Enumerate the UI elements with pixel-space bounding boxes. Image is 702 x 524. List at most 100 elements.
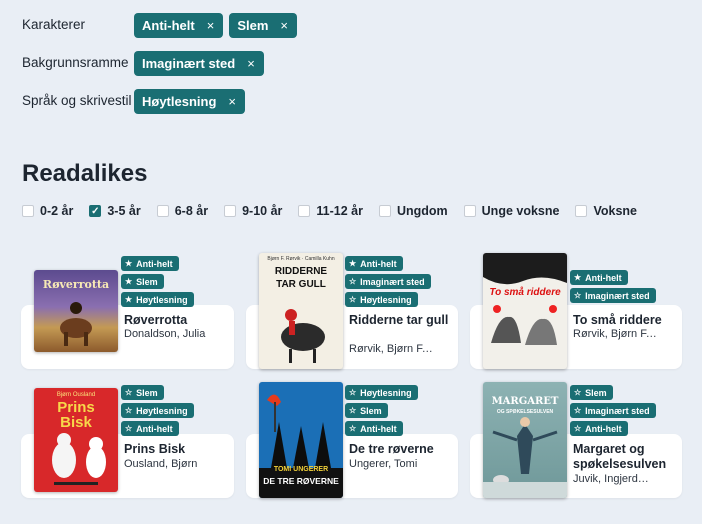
tag: ☆ Høytlesning bbox=[345, 385, 418, 400]
tag-label: Høytlesning bbox=[136, 294, 188, 305]
tag: ★ Anti-helt bbox=[345, 256, 403, 271]
checkbox-checked[interactable]: ✓ bbox=[89, 205, 102, 217]
book-tags: ★ Anti-helt ☆ Imaginært sted ☆ Høytlesning bbox=[345, 256, 431, 307]
star-outline-icon: ☆ bbox=[349, 388, 357, 397]
book-title[interactable]: Røverrotta bbox=[124, 313, 229, 328]
book-author: Ousland, Bjørn bbox=[124, 458, 198, 470]
tag: ★ Anti-helt bbox=[570, 270, 628, 285]
chip-imaginaert-sted: Imaginært sted × bbox=[134, 51, 264, 76]
age-label: 9-10 år bbox=[242, 204, 283, 218]
cover-illustration bbox=[483, 253, 567, 345]
chip-slem: Slem × bbox=[229, 13, 297, 38]
checkbox[interactable] bbox=[224, 205, 237, 217]
chip-label: Slem bbox=[237, 18, 269, 33]
age-label: 11-12 år bbox=[316, 204, 363, 218]
book-tags: ★ Anti-helt ★ Slem ★ Høytlesning bbox=[121, 256, 194, 307]
tag: ★ Anti-helt bbox=[121, 256, 179, 271]
cover-illustration bbox=[60, 302, 92, 346]
tag: ☆ Slem bbox=[570, 385, 613, 400]
book-title[interactable]: Prins Bisk bbox=[124, 442, 229, 457]
age-option-6-8[interactable]: 6-8 år bbox=[156, 204, 208, 218]
tag: ☆ Høytlesning bbox=[121, 403, 194, 418]
close-icon[interactable]: × bbox=[228, 94, 236, 109]
cover-title: DE TRE RØVERNE bbox=[263, 476, 339, 486]
tag: ☆ Slem bbox=[121, 385, 164, 400]
tag: ★ Slem bbox=[121, 274, 164, 289]
star-outline-icon: ☆ bbox=[349, 277, 357, 286]
star-outline-icon: ☆ bbox=[349, 295, 357, 304]
close-icon[interactable]: × bbox=[207, 18, 215, 33]
tag: ☆ Slem bbox=[345, 403, 388, 418]
book-cover[interactable]: Bjørn F. Rørvik · Camilla Kuhn RIDDERNE … bbox=[259, 253, 343, 369]
book-author: Juvik, Ingjerd… bbox=[573, 473, 649, 485]
tag-label: Anti-helt bbox=[585, 272, 622, 283]
book-title[interactable]: Margaret og spøkelsesulven bbox=[573, 442, 678, 472]
close-icon[interactable]: × bbox=[280, 18, 288, 33]
tag-label: Anti-helt bbox=[136, 423, 173, 434]
age-option-ungdom[interactable]: Ungdom bbox=[378, 204, 448, 218]
star-outline-icon: ☆ bbox=[125, 406, 133, 415]
star-icon: ★ bbox=[125, 259, 133, 268]
tag-label: Anti-helt bbox=[585, 423, 622, 434]
chip-group-bakgrunnsramme: Imaginært sted × bbox=[134, 51, 264, 76]
tag: ☆ Høytlesning bbox=[345, 292, 418, 307]
star-icon: ★ bbox=[125, 295, 133, 304]
age-label: Ungdom bbox=[396, 204, 448, 218]
age-filter: 0-2 år ✓ 3-5 år 6-8 år 9-10 år 11-12 år U… bbox=[22, 204, 653, 218]
tag-label: Anti-helt bbox=[136, 258, 173, 269]
tag-label: Anti-helt bbox=[360, 258, 397, 269]
checkbox[interactable] bbox=[463, 205, 476, 217]
book-cover[interactable]: Bjørn Ousland Prins Bisk bbox=[34, 388, 118, 492]
checkbox[interactable] bbox=[156, 205, 169, 217]
tag-label: Slem bbox=[585, 387, 607, 398]
tag-label: Høytlesning bbox=[136, 405, 188, 416]
tag: ★ Høytlesning bbox=[121, 292, 194, 307]
checkbox[interactable] bbox=[575, 205, 588, 217]
star-outline-icon: ☆ bbox=[574, 291, 582, 300]
book-author: Donaldson, Julia bbox=[124, 328, 206, 340]
checkbox[interactable] bbox=[298, 205, 311, 217]
close-icon[interactable]: × bbox=[247, 56, 255, 71]
tag-label: Imaginært sted bbox=[585, 405, 650, 416]
cover-illustration bbox=[52, 433, 106, 485]
book-author: Rørvik, Bjørn F.... bbox=[349, 343, 433, 355]
tag-label: Imaginært sted bbox=[585, 290, 650, 301]
chip-label: Høytlesning bbox=[142, 94, 217, 109]
age-option-voksne[interactable]: Voksne bbox=[575, 204, 637, 218]
age-label: 3-5 år bbox=[107, 204, 141, 218]
age-label: Voksne bbox=[593, 204, 638, 218]
book-cover[interactable]: To små riddere bbox=[483, 253, 567, 369]
star-icon: ★ bbox=[349, 259, 357, 268]
star-outline-icon: ☆ bbox=[574, 424, 582, 433]
cover-illustration bbox=[483, 417, 567, 498]
age-option-9-10[interactable]: 9-10 år bbox=[224, 204, 282, 218]
book-title[interactable]: De tre røverne bbox=[349, 442, 454, 457]
age-option-unge-voksne[interactable]: Unge voksne bbox=[463, 204, 559, 218]
chip-label: Imaginært sted bbox=[142, 56, 236, 71]
filter-label-karakterer: Karakterer bbox=[22, 17, 86, 32]
book-cover[interactable]: Røverrotta bbox=[34, 270, 118, 352]
book-cover[interactable]: MARGARET OG SPØKELSESULVEN bbox=[483, 382, 567, 498]
star-icon: ★ bbox=[574, 273, 582, 282]
book-tags: ☆ Høytlesning ☆ Slem ☆ Anti-helt bbox=[345, 385, 418, 436]
star-icon: ★ bbox=[125, 277, 133, 286]
book-title[interactable]: Ridderne tar gull bbox=[349, 313, 449, 328]
tag-label: Høytlesning bbox=[360, 294, 412, 305]
age-option-0-2[interactable]: 0-2 år bbox=[22, 204, 73, 218]
age-option-3-5[interactable]: ✓ 3-5 år bbox=[89, 204, 141, 218]
star-outline-icon: ☆ bbox=[349, 406, 357, 415]
chip-anti-helt: Anti-helt × bbox=[134, 13, 224, 38]
checkbox[interactable] bbox=[22, 205, 34, 217]
cover-author-line: TOMI UNGERER bbox=[273, 466, 329, 473]
section-title: Readalikes bbox=[22, 160, 148, 187]
tag-label: Slem bbox=[136, 387, 158, 398]
age-option-11-12[interactable]: 11-12 år bbox=[298, 204, 363, 218]
tag-label: Anti-helt bbox=[360, 423, 397, 434]
filter-label-sprak: Språk og skrivestil bbox=[22, 93, 132, 108]
age-label: 0-2 år bbox=[40, 204, 74, 218]
checkbox[interactable] bbox=[378, 205, 391, 217]
chip-hoytlesning: Høytlesning × bbox=[134, 89, 245, 114]
book-cover[interactable]: TOMI UNGERER DE TRE RØVERNE bbox=[259, 382, 343, 498]
tag: ☆ Imaginært sted bbox=[570, 403, 656, 418]
book-title[interactable]: To små riddere bbox=[573, 313, 678, 328]
